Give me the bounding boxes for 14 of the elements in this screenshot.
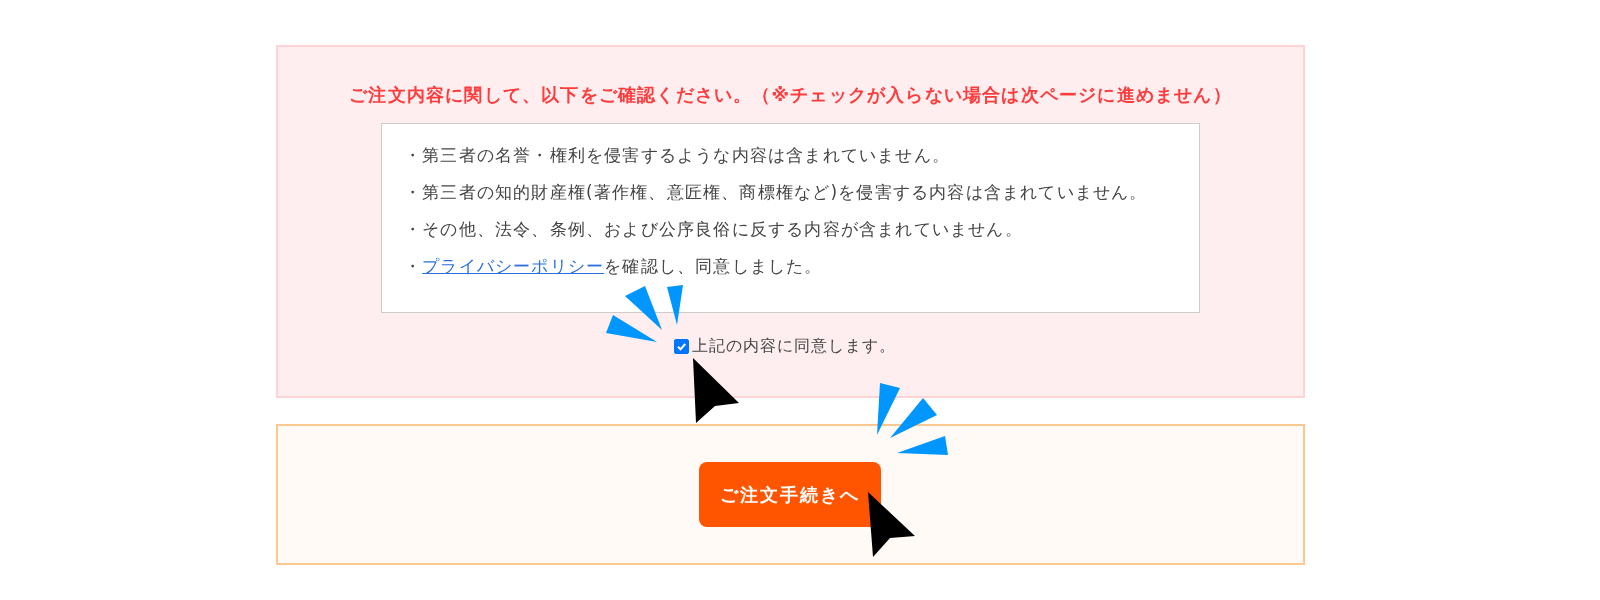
order-button[interactable]: ご注文手続きへ xyxy=(698,462,881,527)
check-icon xyxy=(674,340,688,353)
emphasis-lines-icon xyxy=(606,285,683,342)
cursor-icon xyxy=(693,358,739,423)
agree-checkbox[interactable] xyxy=(673,339,689,354)
terms-item: ・第三者の名誉・権利を侵害するような内容は含まれていません。 xyxy=(404,144,951,166)
emphasis-lines-icon xyxy=(877,383,948,455)
terms-item: ・第三者の知的財産権(著作権、意匠権、商標権など)を侵害する内容は含まれていません。 xyxy=(404,181,1149,203)
notice-heading: ご注文内容に関して、以下をご確認ください。（※チェックが入らない場合は次ページに進めません） xyxy=(349,83,1232,107)
terms-item: ・その他、法令、条例、および公序良俗に反する内容が含まれていません。 xyxy=(404,218,1024,240)
terms-item: ・プライバシーポリシー を確認し、同意しました。 xyxy=(404,255,824,277)
cursor-icon xyxy=(868,492,915,557)
privacy-policy-link[interactable]: プライバシーポリシー xyxy=(422,256,605,276)
agree-label: 上記の内容に同意します。 xyxy=(691,336,896,357)
